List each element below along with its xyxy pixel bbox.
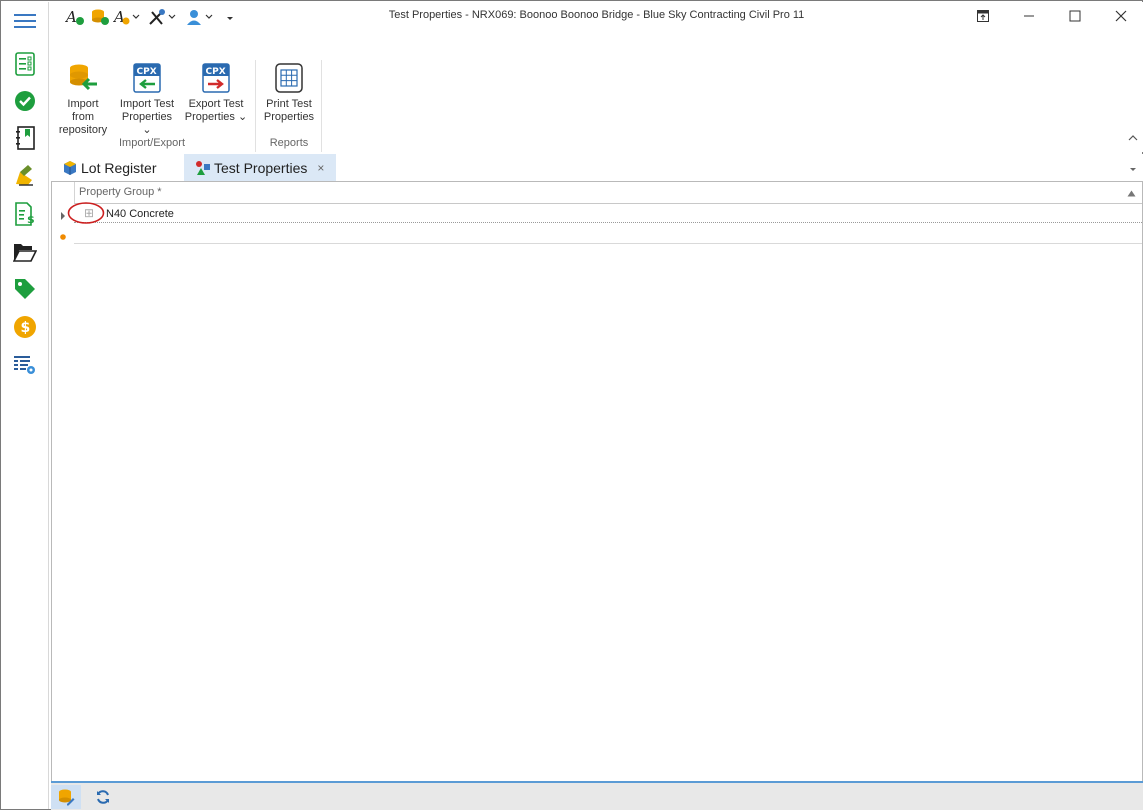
dollar-coin-icon[interactable]: $ [12,314,38,340]
tab-lot-register[interactable]: Lot Register [60,154,182,181]
column-header-label: Property Group * [79,186,162,198]
row-label: N40 Concrete [106,208,174,220]
svg-text:CPX: CPX [206,67,226,77]
new-row[interactable] [74,224,1142,244]
sort-ascending-icon[interactable] [1127,188,1136,200]
ribbon-display-icon[interactable] [960,2,1006,30]
database-import-icon [67,62,99,94]
chevron-down-icon: ⌄ [237,111,248,123]
cpx-import-icon: CPX [131,62,163,94]
svg-text:A: A [65,8,77,26]
cpx-export-icon: CPX [200,62,232,94]
cube-icon [62,160,78,176]
print-table-icon [273,62,305,94]
import-test-properties-label-2: Properties ⌄ [116,111,178,137]
import-from-repository-label-1: Import from [67,98,99,123]
import-test-properties-label-2-text: Properties [121,111,173,123]
table-settings-icon[interactable] [12,352,38,378]
chevron-down-icon: ⌄ [142,124,152,136]
checklist-icon[interactable] [12,51,38,77]
current-row-indicator-icon [60,209,66,223]
group-separator [321,60,322,152]
status-bar [51,781,1143,810]
tag-icon[interactable] [12,276,38,302]
export-test-properties-label-1: Export Test [188,98,244,110]
shapes-icon [195,160,211,176]
new-row-indicator-icon [59,230,67,244]
customize-icon[interactable] [224,7,236,27]
document-tabs: Lot Register Test Properties × [50,154,1143,181]
tab-close-icon[interactable]: × [317,161,324,175]
tab-test-properties[interactable]: Test Properties × [184,154,336,181]
svg-text:$: $ [27,213,35,226]
highlight-circle [67,202,105,224]
invoice-icon[interactable]: $ [12,201,38,227]
table-row[interactable]: ⊞ N40 Concrete [67,202,1142,224]
group-separator [255,60,256,152]
group-label-reports: Reports [269,137,309,149]
folder-open-icon[interactable] [12,239,38,265]
export-test-properties-label-2: Properties ⌄ [184,111,248,124]
app-window: $ $ Test Properties - NRX069: Boonoo Boo… [0,0,1143,810]
refresh-icon[interactable] [88,785,118,809]
close-icon[interactable] [1098,2,1143,30]
tools-icon[interactable] [148,7,178,27]
ribbon: Import from repository CPX Import Test P… [50,32,1143,152]
left-nav-rail: $ $ [2,2,49,809]
group-label-import-export: Import/Export [118,137,186,149]
user-icon[interactable] [186,7,216,27]
title-bar: Test Properties - NRX069: Boonoo Boonoo … [50,2,1143,32]
tab-test-properties-label: Test Properties [214,159,308,176]
approved-icon[interactable] [12,88,38,114]
import-test-properties-label-1: Import Test [119,98,175,110]
svg-text:$: $ [21,320,31,336]
export-test-properties-button[interactable]: CPX Export Test Properties ⌄ [184,62,248,124]
svg-text:A: A [113,8,125,26]
notebook-icon[interactable] [12,125,38,151]
tab-lot-register-label: Lot Register [81,159,157,176]
collapse-ribbon-icon[interactable] [1127,132,1141,146]
import-from-repository-button[interactable]: Import from repository [55,62,111,137]
tab-list-dropdown-icon[interactable] [1129,162,1139,172]
svg-text:CPX: CPX [137,67,157,77]
column-header-property-group[interactable]: Property Group * [74,182,1142,204]
property-group-grid: Property Group * ⊞ N40 Concrete [51,181,1143,781]
database-refresh-icon[interactable] [90,7,110,27]
database-edit-icon[interactable] [51,785,81,809]
formula-dropdown-icon[interactable]: A [113,7,141,27]
maximize-icon[interactable] [1052,2,1098,30]
export-test-properties-label-2-text: Properties [184,111,235,123]
import-from-repository-label-2: repository [58,124,108,136]
menu-icon[interactable] [12,8,38,34]
print-test-properties-button[interactable]: Print Test Properties [260,62,318,124]
print-test-properties-label-2: Properties [263,111,315,123]
edit-hand-icon[interactable] [12,162,38,188]
formula-icon[interactable]: A [65,7,85,27]
print-test-properties-label-1: Print Test [266,98,312,110]
import-test-properties-button[interactable]: CPX Import Test Properties ⌄ [116,62,178,137]
minimize-icon[interactable] [1006,2,1052,30]
